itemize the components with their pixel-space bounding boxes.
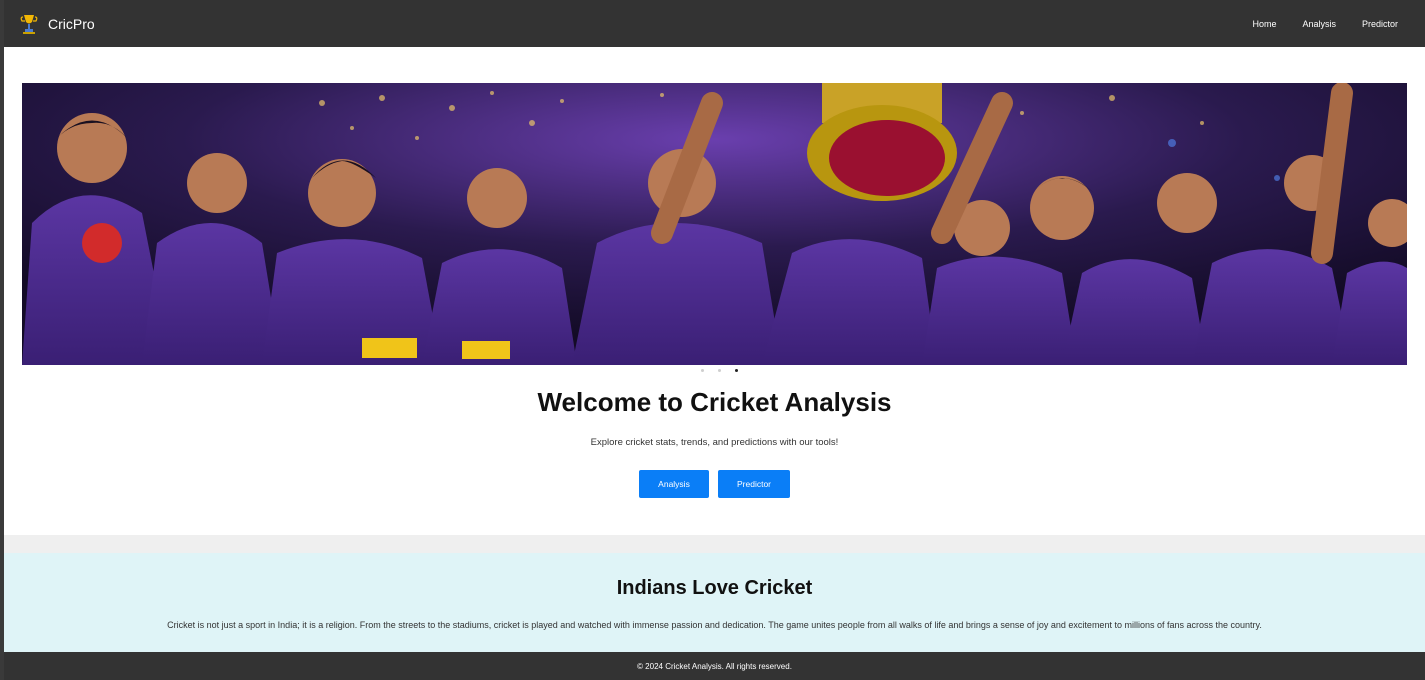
navbar: CricPro Home Analysis Predictor xyxy=(4,0,1425,47)
nav-link-predictor[interactable]: Predictor xyxy=(1349,19,1411,29)
carousel-dot-1[interactable] xyxy=(701,369,704,372)
analysis-button[interactable]: Analysis xyxy=(639,470,709,498)
trophy-logo-icon xyxy=(20,14,38,34)
carousel-dot-3[interactable] xyxy=(735,369,738,372)
hero-subtitle: Explore cricket stats, trends, and predi… xyxy=(590,437,839,448)
hero-section: Welcome to Cricket Analysis Explore cric… xyxy=(4,47,1425,535)
footer-copyright: © 2024 Cricket Analysis. All rights rese… xyxy=(637,661,792,671)
predictor-button[interactable]: Predictor xyxy=(718,470,790,498)
page: CricPro Home Analysis Predictor Welcome … xyxy=(0,0,1425,680)
carousel-indicators xyxy=(4,369,1425,372)
hero-buttons: Analysis Predictor xyxy=(4,470,1425,498)
section-divider xyxy=(4,535,1425,553)
hero-title: Welcome to Cricket Analysis xyxy=(537,387,892,417)
footer: © 2024 Cricket Analysis. All rights rese… xyxy=(4,652,1425,680)
brand-link[interactable]: CricPro xyxy=(20,13,95,35)
info-title: Indians Love Cricket xyxy=(616,577,813,599)
carousel-image xyxy=(22,83,1407,365)
nav-link-analysis[interactable]: Analysis xyxy=(1289,19,1349,29)
nav-links: Home Analysis Predictor xyxy=(1239,19,1411,29)
hero-carousel[interactable] xyxy=(22,83,1407,365)
brand-name: CricPro xyxy=(48,15,95,32)
info-section: Indians Love Cricket Cricket is not just… xyxy=(4,553,1425,652)
info-text: Cricket is not just a sport in India; it… xyxy=(167,620,1262,630)
carousel-dot-2[interactable] xyxy=(718,369,721,372)
nav-link-home[interactable]: Home xyxy=(1239,19,1289,29)
